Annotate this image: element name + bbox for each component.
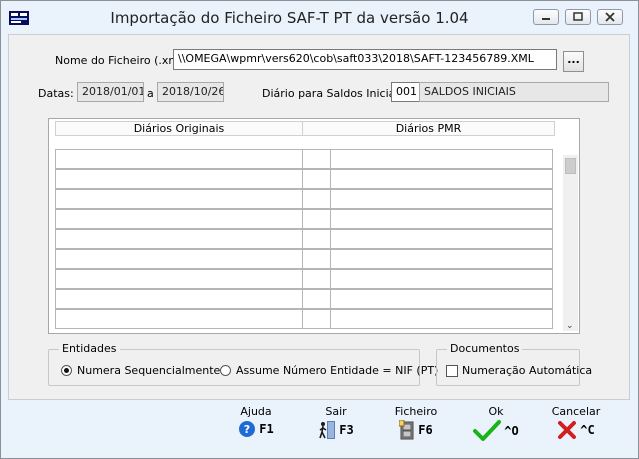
date-from-field[interactable]: 2018/01/01	[77, 82, 144, 102]
auto-numbering-label[interactable]: Numeração Automática	[462, 364, 592, 377]
scroll-down-icon[interactable]: ⌄	[566, 321, 574, 331]
exit-key: F3	[339, 423, 354, 437]
window-title: Importação do Ficheiro SAF-T PT da versã…	[110, 9, 469, 27]
grid-cell[interactable]	[330, 269, 553, 289]
browse-button[interactable]: ...	[563, 51, 584, 72]
grid-cell[interactable]	[330, 169, 553, 189]
date-to-field[interactable]: 2018/10/26	[157, 82, 224, 102]
grid-cell[interactable]	[55, 229, 303, 249]
journal-code-input[interactable]: 001	[391, 82, 420, 102]
grid-cell[interactable]	[302, 249, 331, 269]
restore-button[interactable]	[565, 9, 591, 25]
grid-cell[interactable]	[302, 269, 331, 289]
radio-sequential[interactable]	[61, 365, 72, 376]
grid-cell[interactable]	[302, 169, 331, 189]
cancel-button[interactable]: Cancelar ^C	[541, 405, 611, 450]
journal-name-field: SALDOS INICIAIS	[419, 82, 609, 102]
svg-text:?: ?	[244, 423, 250, 436]
grid-cell[interactable]	[330, 289, 553, 309]
scrollbar-thumb[interactable]	[565, 158, 576, 174]
grid-cell[interactable]	[302, 309, 331, 329]
entities-group: Entidades Numera Sequencialmente Assume …	[48, 342, 438, 386]
grid-cell[interactable]	[330, 149, 553, 169]
documents-group: Documentos Numeração Automática	[436, 342, 592, 386]
grid-cell[interactable]	[330, 209, 553, 229]
dates-label: Datas:	[38, 87, 74, 100]
help-icon: ?	[239, 421, 256, 437]
minimize-icon	[542, 18, 550, 20]
restore-icon	[573, 12, 583, 21]
journal-label: Diário para Saldos Iniciais	[262, 87, 405, 100]
grid-cell[interactable]	[330, 229, 553, 249]
file-path-input[interactable]: \\OMEGA\wpmr\vers620\cob\saft033\2018\SA…	[173, 49, 557, 70]
grid-cell[interactable]	[330, 309, 553, 329]
grid-cell[interactable]	[55, 209, 303, 229]
file-key: F6	[418, 423, 433, 437]
ok-label: Ok	[488, 405, 504, 418]
grid-header-pmr[interactable]: Diários PMR	[302, 121, 555, 136]
radio-nif-label[interactable]: Assume Número Entidade = NIF (PT)	[236, 364, 438, 377]
close-button[interactable]	[597, 9, 623, 25]
ok-button[interactable]: Ok ^O	[461, 405, 531, 450]
title-bar[interactable]: Importação do Ficheiro SAF-T PT da versã…	[1, 1, 638, 33]
close-icon	[605, 12, 615, 22]
cancel-key: ^C	[580, 423, 595, 437]
grid-cell[interactable]	[302, 149, 331, 169]
file-f6-button[interactable]: Ficheiro F6	[381, 405, 451, 450]
grid-header-original[interactable]: Diários Originais	[55, 121, 303, 136]
grid-cell[interactable]	[55, 249, 303, 269]
grid-cell[interactable]	[302, 229, 331, 249]
help-f1-button[interactable]: Ajuda ? F1	[221, 405, 291, 450]
grid-scrollbar[interactable]: ⌄	[563, 155, 578, 331]
minimize-button[interactable]	[533, 9, 559, 25]
help-key: F1	[259, 422, 274, 436]
file-cabinet-icon	[399, 420, 414, 440]
exit-f3-button[interactable]: Sair F3	[301, 405, 371, 450]
grid-cell[interactable]	[55, 269, 303, 289]
exit-label: Sair	[325, 405, 347, 418]
grid-cell[interactable]	[55, 309, 303, 329]
date-separator: a	[147, 87, 154, 100]
file-label: Nome do Ficheiro (.xml)	[55, 54, 187, 67]
radio-nif[interactable]	[220, 365, 231, 376]
grid-cell[interactable]	[302, 209, 331, 229]
exit-icon	[319, 421, 336, 439]
radio-sequential-label[interactable]: Numera Sequencialmente	[77, 364, 220, 377]
journals-grid: Diários Originais Diários PMR ⌄	[48, 118, 580, 334]
ok-key: ^O	[504, 424, 519, 438]
grid-cell[interactable]	[330, 249, 553, 269]
file-label-fkey: Ficheiro	[394, 405, 438, 418]
checkmark-icon	[473, 420, 502, 441]
grid-cell[interactable]	[55, 169, 303, 189]
auto-numbering-checkbox[interactable]	[446, 365, 458, 377]
grid-cell[interactable]	[55, 289, 303, 309]
documents-group-title: Documentos	[447, 342, 523, 355]
entities-group-title: Entidades	[59, 342, 120, 355]
grid-cell[interactable]	[55, 189, 303, 209]
grid-cell[interactable]	[302, 189, 331, 209]
cancel-x-icon	[558, 421, 577, 439]
help-label: Ajuda	[240, 405, 272, 418]
grid-cell[interactable]	[330, 189, 553, 209]
dialog-window: Importação do Ficheiro SAF-T PT da versã…	[0, 0, 639, 459]
grid-cell[interactable]	[55, 149, 303, 169]
grid-cell[interactable]	[302, 289, 331, 309]
cancel-label: Cancelar	[551, 405, 601, 418]
